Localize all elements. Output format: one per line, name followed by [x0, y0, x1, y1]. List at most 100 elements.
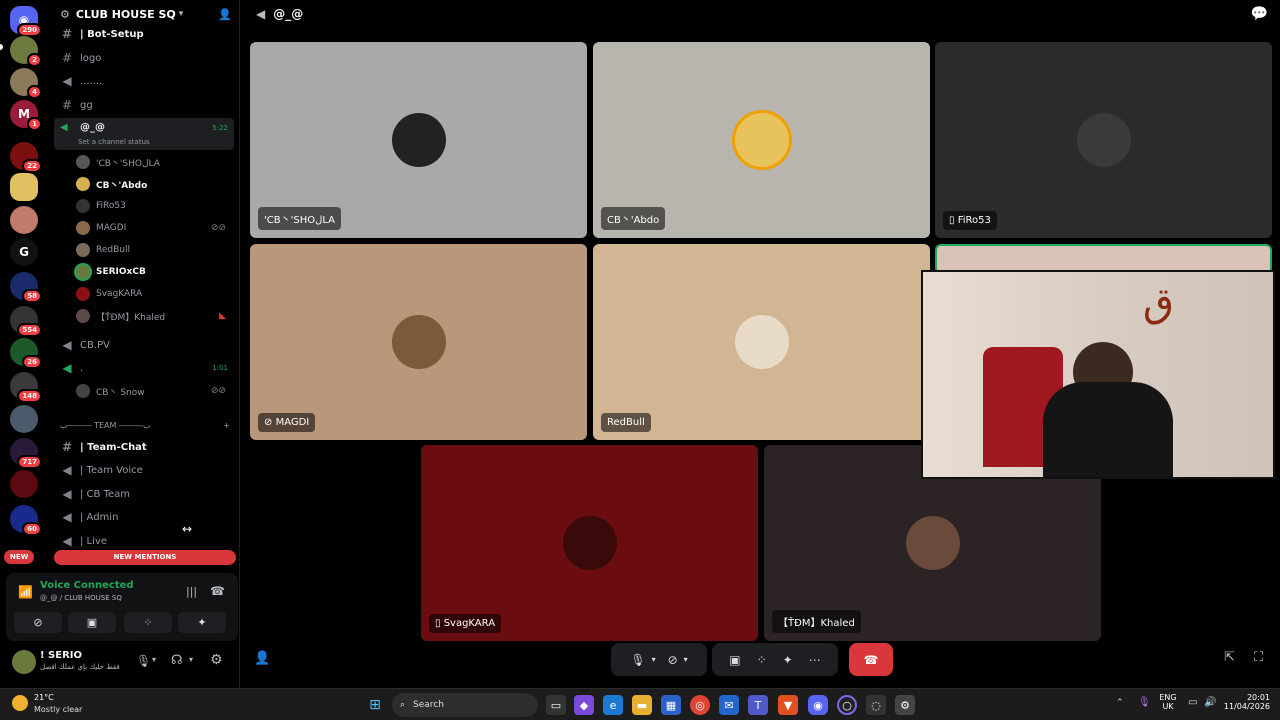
- server-icon[interactable]: 4: [10, 68, 42, 99]
- copilot-icon[interactable]: ◆: [574, 695, 594, 715]
- server-icon[interactable]: 717: [10, 438, 42, 469]
- voice-user[interactable]: SERIOxCB: [76, 262, 234, 282]
- app-icon[interactable]: ◌: [866, 695, 886, 715]
- chat-bubble-icon[interactable]: 💬: [1251, 6, 1268, 22]
- channel-cbpv[interactable]: ◀ CB.PV: [54, 334, 234, 356]
- search-box[interactable]: ⌕ Search: [392, 693, 538, 717]
- outlook-icon[interactable]: ✉: [719, 695, 739, 715]
- microphone-icon[interactable]: 🎙: [630, 653, 645, 667]
- network-icon[interactable]: ▭: [1188, 697, 1197, 708]
- camera-off-icon[interactable]: ⊘: [668, 653, 678, 667]
- noise-suppression-icon[interactable]: |||: [186, 585, 197, 598]
- discord-taskbar-icon[interactable]: ◉: [808, 695, 828, 715]
- soundboard-icon[interactable]: ✦: [783, 653, 793, 667]
- server-icon[interactable]: 58: [10, 272, 42, 303]
- leave-call-button[interactable]: ☎: [849, 643, 893, 676]
- video-tile[interactable]: CB丶'Abdo: [593, 42, 930, 238]
- voice-user[interactable]: CB丶'Abdo: [76, 174, 234, 194]
- video-tile[interactable]: ▯ SvagKARA: [421, 445, 758, 641]
- task-view-icon[interactable]: ▭: [546, 695, 566, 715]
- language-indicator[interactable]: ENG UK: [1158, 693, 1178, 711]
- video-tile[interactable]: ▯ FiRo53: [935, 42, 1272, 238]
- windows-start-icon[interactable]: ⊞: [365, 695, 385, 715]
- soundboard-button[interactable]: ✦: [178, 612, 226, 633]
- chevron-down-icon[interactable]: ▾: [189, 655, 193, 664]
- voice-user[interactable]: 'CB丶'SHOلLA: [76, 152, 234, 172]
- server-icon[interactable]: [10, 206, 38, 234]
- brave-icon[interactable]: ▼: [778, 695, 798, 715]
- add-channel-icon[interactable]: +: [223, 421, 230, 430]
- server-icon-active[interactable]: [10, 173, 38, 201]
- call-controls: 🎙 ▾ ⊘ ▾ ▣ ⁘ ✦ ⋯ ☎: [611, 643, 893, 676]
- server-icon[interactable]: 26: [10, 338, 42, 369]
- voice-user[interactable]: MAGDI ⊘⊘: [76, 218, 234, 238]
- channel-dot[interactable]: ◀. 1:01: [54, 357, 234, 379]
- teams-icon[interactable]: T: [748, 695, 768, 715]
- video-tile[interactable]: RedBull: [593, 244, 930, 440]
- headphones-icon[interactable]: ☊: [171, 653, 183, 668]
- chevron-down-icon[interactable]: ▾: [152, 655, 156, 664]
- camera-button[interactable]: ⊘: [14, 612, 62, 633]
- invite-people-icon[interactable]: 👤: [218, 8, 232, 21]
- popout-icon[interactable]: ⇱: [1224, 650, 1235, 665]
- activities-icon[interactable]: ⁘: [757, 653, 767, 667]
- server-icon[interactable]: 60: [10, 505, 42, 536]
- mic-in-use-icon[interactable]: 🎙: [1138, 697, 1151, 708]
- chrome-icon[interactable]: ◎: [690, 695, 710, 715]
- voice-user[interactable]: RedBull: [76, 240, 234, 260]
- chevron-down-icon[interactable]: ▾: [684, 655, 688, 664]
- category-team[interactable]: ب――― TEAM ―――ب +: [60, 421, 230, 430]
- screen-share-button[interactable]: ▣: [68, 612, 116, 633]
- chevron-down-icon[interactable]: ▾: [652, 655, 656, 664]
- channel-live[interactable]: ◀ | Live: [54, 530, 234, 552]
- server-icon[interactable]: 2: [10, 36, 42, 67]
- screen-share-icon[interactable]: ▣: [729, 653, 740, 667]
- fullscreen-icon[interactable]: ⛶: [1254, 650, 1263, 665]
- active-voice-channel[interactable]: ◀ @_@ 5:22 Set a channel status: [54, 118, 234, 150]
- more-icon[interactable]: ⋯: [809, 653, 821, 667]
- server-icon[interactable]: 22: [10, 142, 42, 173]
- channel-team-chat[interactable]: # | Team-Chat: [54, 436, 234, 458]
- gear-icon[interactable]: ⚙: [210, 652, 223, 668]
- new-badge[interactable]: NEW: [4, 550, 35, 564]
- activities-button[interactable]: ⁘: [124, 612, 172, 633]
- tray-expand-icon[interactable]: ⌃: [1116, 698, 1124, 708]
- channel-bot-setup[interactable]: # | Bot-Setup: [54, 23, 234, 45]
- channel-dots[interactable]: ◀.......: [54, 70, 234, 92]
- voice-user[interactable]: CB丶 Snow ⊘⊘: [76, 381, 234, 401]
- video-tile[interactable]: 'CB丶'SHOلLA: [250, 42, 587, 238]
- voice-user[interactable]: 【ŤĐM】Khaled ◣: [76, 306, 234, 326]
- server-icon[interactable]: 554: [10, 306, 42, 337]
- voice-user[interactable]: SvagKARA: [76, 284, 234, 304]
- channel-admin[interactable]: ◀ | Admin: [54, 506, 234, 528]
- new-mentions-button[interactable]: NEW MENTIONS: [54, 550, 236, 565]
- server-icon[interactable]: [10, 470, 38, 498]
- volume-icon[interactable]: 🔊: [1204, 697, 1216, 708]
- store-icon[interactable]: ▦: [661, 695, 681, 715]
- edge-icon[interactable]: e: [603, 695, 623, 715]
- voice-location[interactable]: @_@ / CLUB HOUSE SQ: [40, 594, 122, 602]
- channel-cb-team[interactable]: ◀ | CB Team: [54, 483, 234, 505]
- app-icon[interactable]: ○: [837, 695, 857, 715]
- server-icon[interactable]: M1: [10, 100, 42, 131]
- invite-icon[interactable]: 👤: [254, 651, 270, 666]
- user-name[interactable]: ! SERIO: [40, 650, 82, 661]
- clock[interactable]: 20:01 11/04/2026: [1222, 693, 1270, 711]
- channel-team-voice[interactable]: ◀ | Team Voice: [54, 459, 234, 481]
- channel-logo[interactable]: # logo: [54, 47, 234, 69]
- microphone-icon[interactable]: 🎙: [136, 654, 151, 668]
- avatar[interactable]: [12, 650, 36, 674]
- signal-icon[interactable]: 📶: [18, 585, 33, 599]
- video-tile[interactable]: ⊘ MAGDI: [250, 244, 587, 440]
- voice-user[interactable]: FiRo53: [76, 196, 234, 216]
- weather-icon[interactable]: [12, 695, 28, 711]
- channel-status[interactable]: Set a channel status: [78, 138, 150, 146]
- server-icon[interactable]: [10, 405, 38, 433]
- discord-home-icon[interactable]: ◉ 290: [10, 6, 42, 37]
- server-icon[interactable]: 148: [10, 372, 42, 403]
- settings-icon[interactable]: ⚙: [895, 695, 915, 715]
- disconnect-icon[interactable]: ☎: [210, 584, 225, 598]
- channel-gg[interactable]: # gg: [54, 94, 234, 116]
- server-icon[interactable]: G: [10, 238, 38, 266]
- file-explorer-icon[interactable]: ▬: [632, 695, 652, 715]
